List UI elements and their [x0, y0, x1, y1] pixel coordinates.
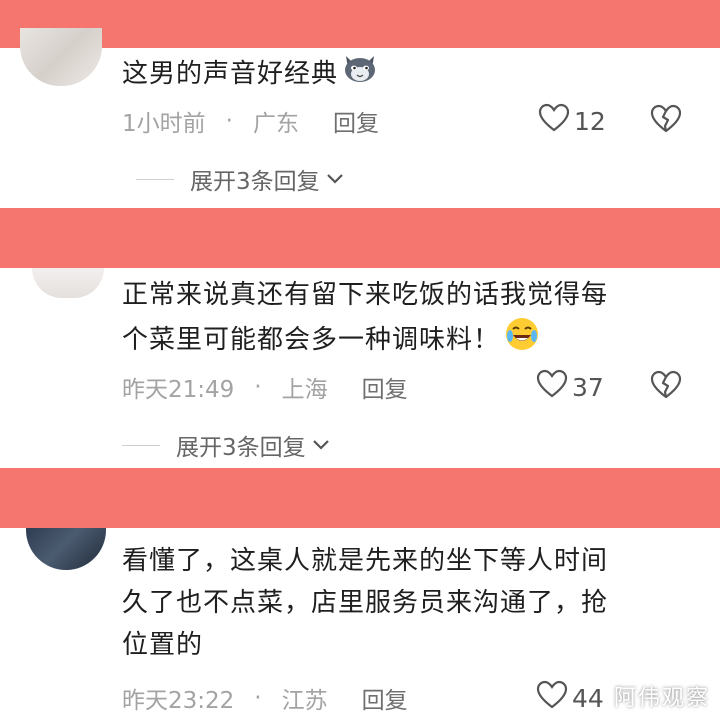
- like-count: 44: [572, 683, 604, 713]
- separator-band-middle: [0, 208, 720, 268]
- separator-band-top: [0, 0, 720, 48]
- watermark: 阿伟观察: [613, 686, 710, 711]
- broken-heart-icon: [650, 104, 682, 138]
- comment-time: 昨天21:49: [122, 377, 235, 403]
- expand-replies[interactable]: 展开3条回复: [136, 161, 344, 197]
- heart-outline-icon: [538, 103, 574, 139]
- reply-button[interactable]: 回复: [362, 681, 408, 715]
- cat-emoji-icon: [342, 52, 378, 97]
- dislike-button[interactable]: [650, 369, 682, 405]
- comment-time: 昨天23:22: [122, 688, 235, 714]
- divider-line: [136, 178, 174, 180]
- chevron-down-icon: [312, 439, 330, 451]
- heart-outline-icon: [536, 369, 572, 405]
- broken-heart-icon: [650, 370, 682, 404]
- avatar[interactable]: [26, 528, 106, 570]
- comment-location: 上海: [281, 377, 328, 403]
- expand-replies-label: 展开3条回复: [176, 435, 306, 461]
- avatar[interactable]: [32, 268, 104, 298]
- meta-separator: ·: [254, 374, 262, 400]
- comment-text: 看懂了，这桌人就是先来的坐下等人时间 久了也不点菜，店里服务员来沟通了，抢 位置…: [122, 546, 609, 660]
- reply-button[interactable]: 回复: [333, 104, 379, 138]
- avatar[interactable]: [20, 28, 102, 86]
- expand-replies-label: 展开3条回复: [190, 169, 320, 195]
- heart-outline-icon: [536, 680, 572, 716]
- separator-band-lower: [0, 468, 720, 528]
- divider-line: [122, 444, 160, 446]
- chevron-down-icon: [326, 173, 344, 185]
- like-button[interactable]: 37: [536, 369, 604, 405]
- expand-replies[interactable]: 展开3条回复: [122, 427, 330, 463]
- meta-separator: ·: [225, 108, 233, 134]
- like-button[interactable]: 12: [538, 103, 606, 139]
- crying-laughing-emoji-icon: [504, 316, 540, 365]
- comment-text: 这男的声音好经典: [122, 52, 378, 97]
- comment-meta: 1小时前 · 广东 回复: [122, 103, 379, 139]
- reply-button[interactable]: 回复: [362, 370, 408, 404]
- comment-text: 正常来说真还有留下来吃饭的话我觉得每 个菜里可能都会多一种调味料！: [122, 274, 702, 365]
- comment-location: 广东: [252, 111, 299, 137]
- comment-time: 1小时前: [122, 111, 206, 137]
- dislike-button[interactable]: [650, 103, 682, 139]
- meta-separator: ·: [254, 685, 262, 711]
- like-button[interactable]: 44: [536, 680, 604, 716]
- like-count: 12: [574, 106, 606, 136]
- comment-meta: 昨天23:22 · 江苏 回复: [122, 680, 408, 716]
- comment-location: 江苏: [281, 688, 328, 714]
- comment-meta: 昨天21:49 · 上海 回复: [122, 369, 408, 405]
- like-count: 37: [572, 372, 604, 402]
